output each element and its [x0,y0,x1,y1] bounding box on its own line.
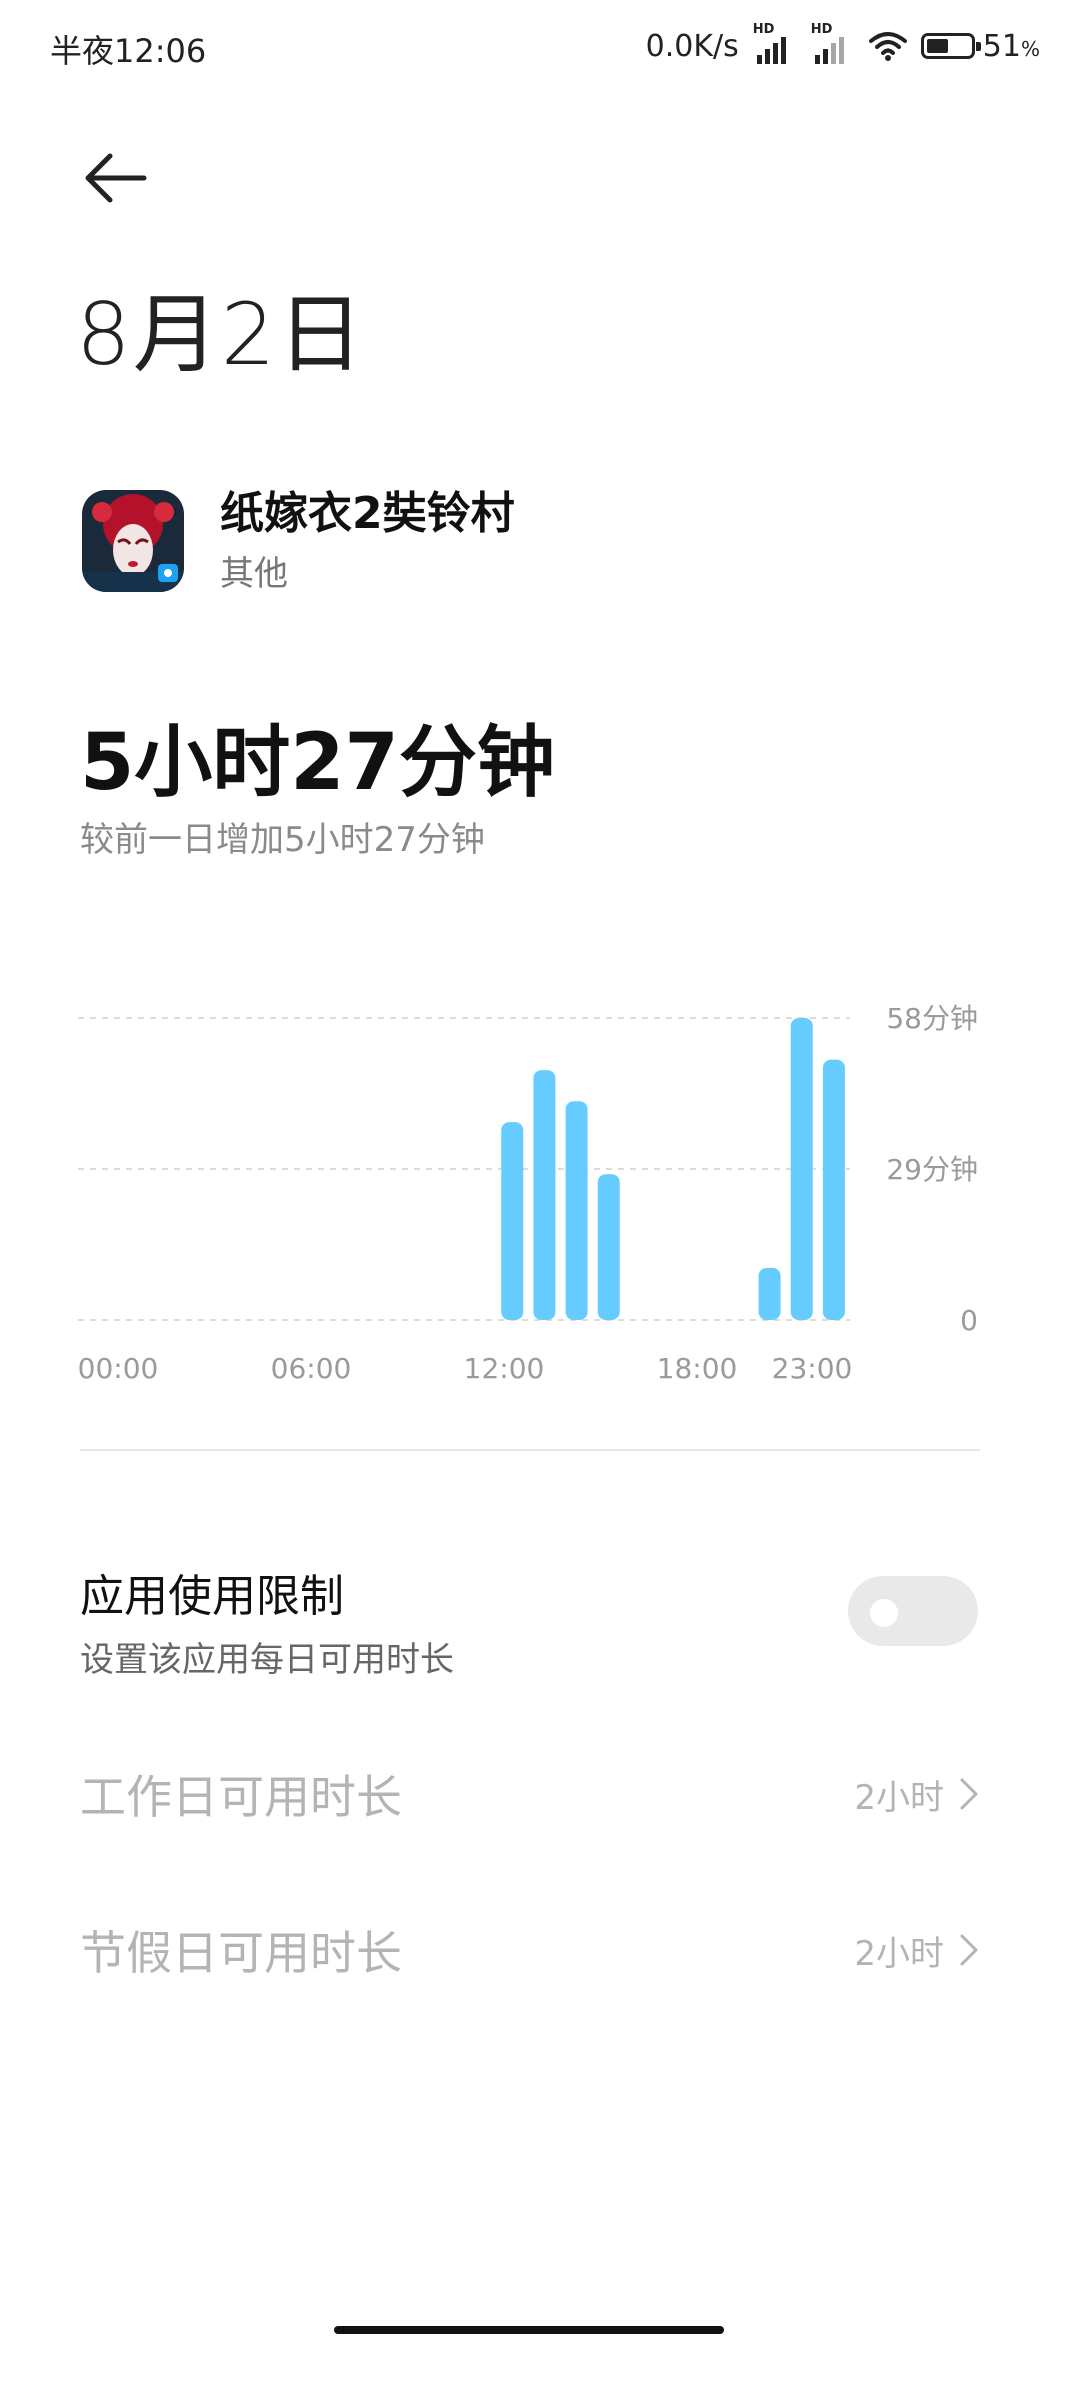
usage-limit-subtitle: 设置该应用每日可用时长 [80,1640,454,1680]
usage-bar [501,1122,524,1320]
wifi-icon [868,32,907,61]
app-category: 其他 [220,554,288,594]
chevron-right-icon [960,1934,978,1966]
usage-limit-title: 应用使用限制 [80,1571,344,1622]
app-info: 纸嫁衣2奘铃村 其他 [82,486,515,595]
weekday-limit-label: 工作日可用时长 [80,1770,402,1824]
usage-comparison: 较前一日增加5小时27分钟 [80,820,485,860]
toggle-knob [870,1599,898,1627]
y-tick-label: 0 [960,1304,978,1337]
battery-icon [920,33,981,59]
usage-bar [597,1174,620,1320]
page-title: 8月2日 [76,285,366,385]
battery-percent: 51 [982,28,1021,64]
signal-1-icon: HD [753,22,797,64]
status-icons: 0.0K/s HD HD 51% [645,22,1040,68]
y-tick-label: 58分钟 [886,1002,978,1035]
holiday-limit-row[interactable]: 节假日可用时长 2小时 [80,1910,980,1990]
x-tick-label: 00:00 [78,1352,159,1385]
x-tick-label: 12:00 [464,1352,545,1385]
usage-limit-toggle[interactable] [848,1576,978,1646]
back-arrow-icon[interactable] [80,148,150,208]
network-speed: 0.0K/s [645,28,739,64]
usage-bar [533,1070,556,1320]
weekday-limit-value: 2小时 [854,1777,944,1818]
x-tick-label: 18:00 [657,1352,738,1385]
hd-label: HD [810,22,833,37]
usage-bar [822,1059,845,1320]
home-indicator[interactable] [334,2326,724,2334]
usage-bar [790,1018,813,1320]
battery-unit: % [1020,36,1040,61]
y-tick-label: 29分钟 [886,1153,978,1186]
signal-2-icon: HD [811,22,855,64]
app-name: 纸嫁衣2奘铃村 [220,488,515,539]
holiday-limit-label: 节假日可用时长 [80,1926,402,1980]
divider [80,1449,980,1451]
chevron-right-icon [960,1778,978,1810]
usage-bar [758,1267,781,1320]
battery-indicator: 51% [920,28,1040,64]
total-usage-time: 5小时27分钟 [80,718,555,808]
hd-label: HD [752,22,775,37]
x-tick-label: 06:00 [271,1352,352,1385]
usage-bar [565,1101,588,1320]
holiday-limit-value: 2小时 [854,1933,944,1974]
weekday-limit-row[interactable]: 工作日可用时长 2小时 [80,1754,980,1834]
hourly-usage-chart: 58分钟 29分钟 0 00:00 06:00 12:00 18:00 23:00 [78,1002,978,1385]
status-bar: 半夜12:06 0.0K/s HD HD 51% [0,0,1080,96]
app-icon [82,489,184,592]
status-time: 半夜12:06 [50,32,207,70]
x-tick-label: 23:00 [772,1352,853,1385]
